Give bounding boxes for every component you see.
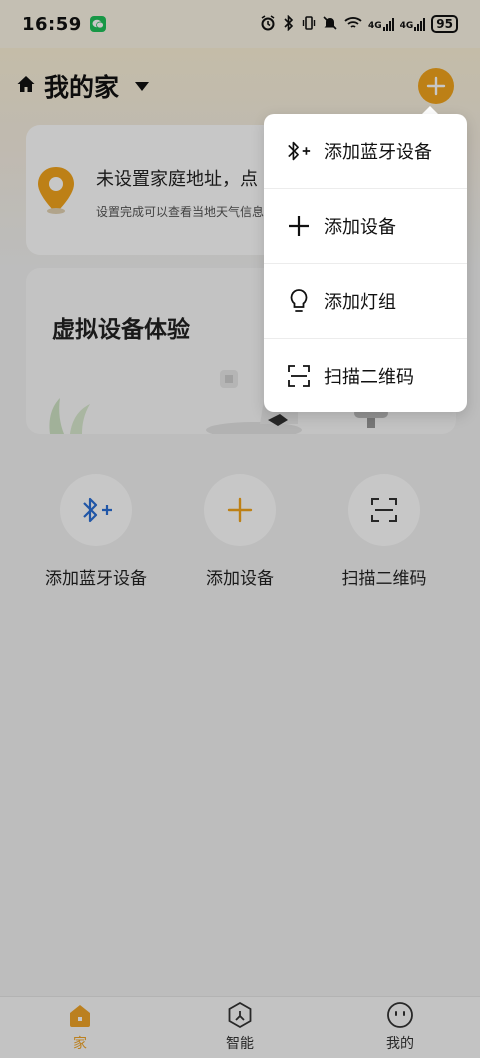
- menu-item-add-light-group[interactable]: 添加灯组: [264, 264, 467, 338]
- bluetooth-plus-icon: [286, 138, 312, 164]
- menu-item-label: 添加设备: [324, 217, 396, 238]
- app-screen: 16:59 4G 4G 95 我的家 未设置家庭地址，点 设置完成可以查看当地天…: [0, 0, 480, 1058]
- plus-icon: [286, 213, 312, 239]
- menu-item-label: 扫描二维码: [324, 367, 414, 388]
- add-popup-menu: 添加蓝牙设备 添加设备 添加灯组 扫描二维码: [264, 114, 467, 412]
- menu-item-scan-qr[interactable]: 扫描二维码: [264, 339, 467, 413]
- bulb-icon: [286, 288, 312, 314]
- menu-item-add-device[interactable]: 添加设备: [264, 189, 467, 263]
- menu-item-label: 添加灯组: [324, 292, 396, 313]
- menu-item-add-bluetooth[interactable]: 添加蓝牙设备: [264, 114, 467, 188]
- menu-item-label: 添加蓝牙设备: [324, 142, 432, 163]
- scan-icon: [286, 363, 312, 389]
